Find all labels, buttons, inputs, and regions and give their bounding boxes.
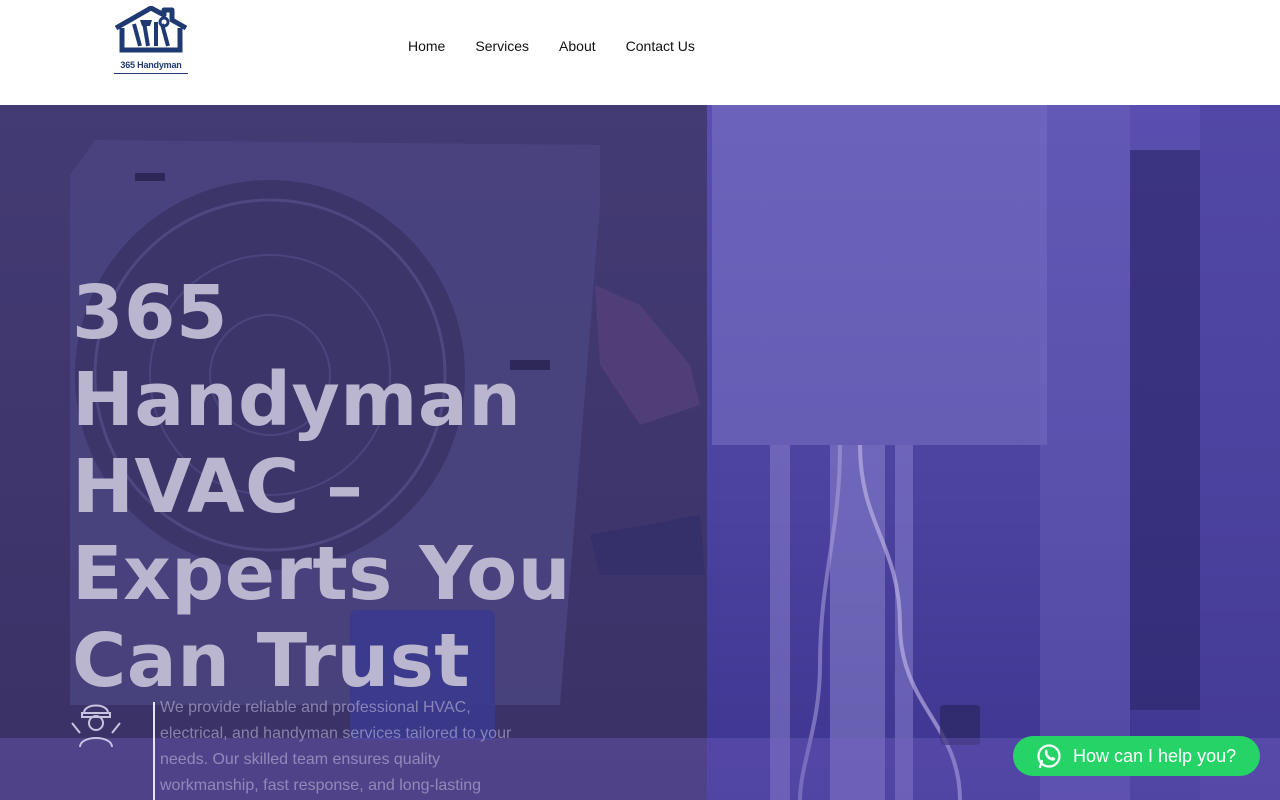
whatsapp-icon: [1037, 744, 1061, 769]
worker-icon: [68, 693, 124, 749]
main-nav: Home Services About Contact Us: [408, 38, 695, 54]
hero-title: 365 Handyman HVAC – Experts You Can Trus…: [72, 270, 571, 704]
site-logo[interactable]: 365 Handyman: [112, 6, 190, 76]
hero-section: 365 Handyman HVAC – Experts You Can Trus…: [0, 105, 1280, 800]
house-tools-logo-icon: [114, 6, 188, 53]
site-header: 365 Handyman Home Services About Contact…: [0, 0, 1280, 105]
whatsapp-chat-button[interactable]: How can I help you?: [1013, 736, 1260, 776]
whatsapp-label: How can I help you?: [1073, 746, 1237, 766]
hero-divider: [153, 702, 155, 800]
nav-contact-us[interactable]: Contact Us: [626, 38, 695, 54]
nav-about[interactable]: About: [559, 38, 596, 54]
logo-text: 365 Handyman: [120, 60, 182, 70]
nav-services[interactable]: Services: [475, 38, 529, 54]
hero-description: We provide reliable and professional HVA…: [160, 699, 512, 794]
nav-home[interactable]: Home: [408, 38, 445, 54]
logo-underline: [114, 73, 188, 74]
